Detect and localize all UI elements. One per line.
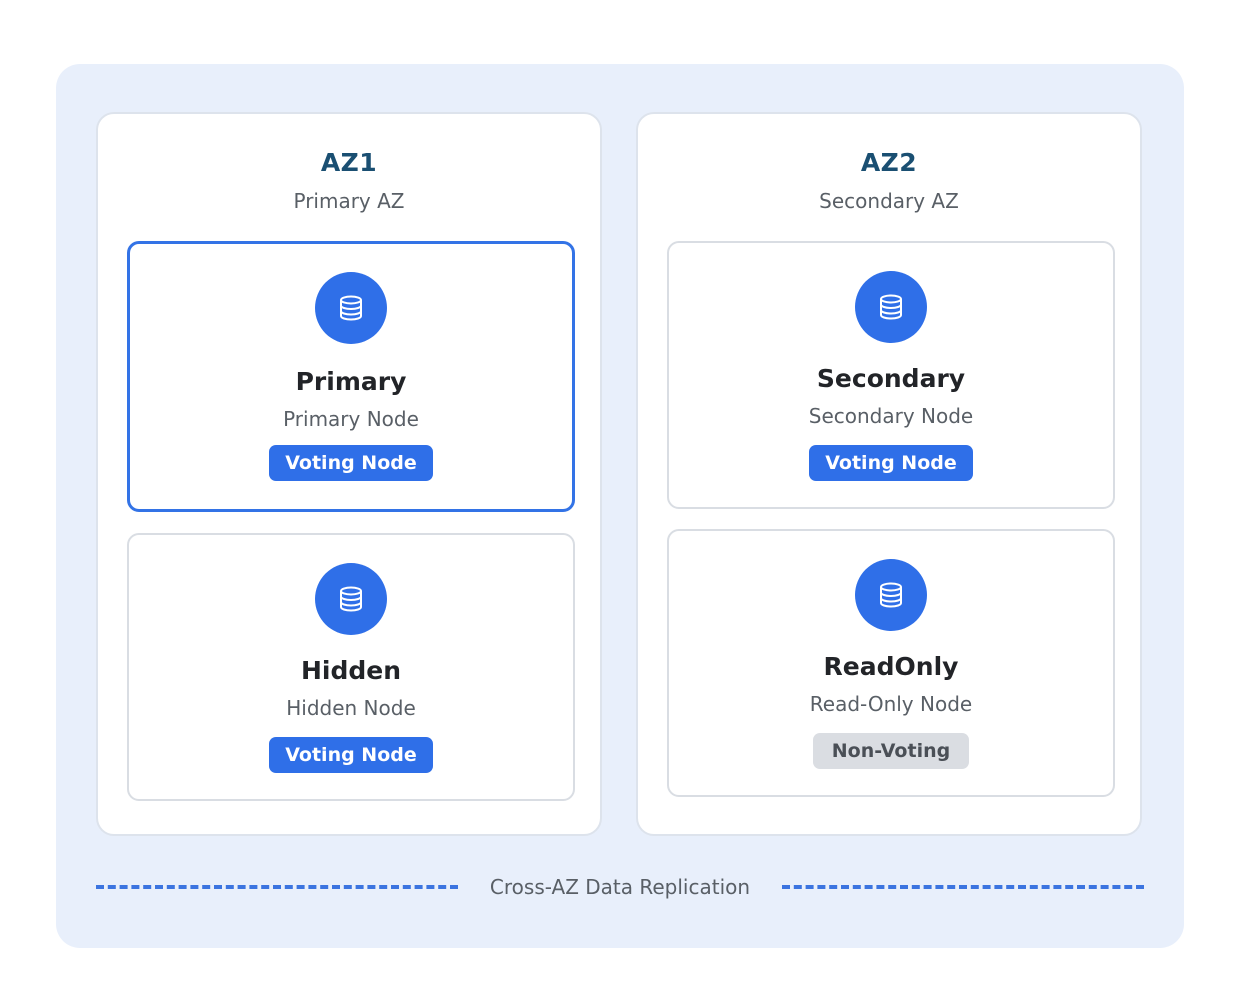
replication-label: Cross-AZ Data Replication xyxy=(489,875,751,899)
zone-subtitle: Secondary AZ xyxy=(819,189,959,213)
zone-title: AZ2 xyxy=(860,148,918,177)
node-subtitle: Primary Node xyxy=(283,407,419,431)
node-title: Secondary xyxy=(816,364,966,393)
node-title: Hidden xyxy=(300,656,402,685)
node-card-primary[interactable]: Primary Primary Node Voting Node xyxy=(127,241,575,512)
voting-badge: Voting Node xyxy=(269,737,433,773)
node-subtitle: Read-Only Node xyxy=(809,692,973,716)
node-card-hidden[interactable]: Hidden Hidden Node Voting Node xyxy=(127,533,575,801)
zone-subtitle: Primary AZ xyxy=(293,189,405,213)
node-card-readonly[interactable]: ReadOnly Read-Only Node Non-Voting xyxy=(667,529,1115,797)
non-voting-badge: Non-Voting xyxy=(813,733,969,769)
node-card-secondary[interactable]: Secondary Secondary Node Voting Node xyxy=(667,241,1115,509)
database-icon xyxy=(855,271,927,343)
database-icon xyxy=(315,272,387,344)
availability-zone-az2: AZ2 Secondary AZ Secondary Secondary Nod… xyxy=(636,112,1142,836)
node-subtitle: Hidden Node xyxy=(286,696,416,720)
voting-badge: Voting Node xyxy=(269,445,433,481)
node-subtitle: Secondary Node xyxy=(808,404,974,428)
database-icon xyxy=(855,559,927,631)
replication-line-left xyxy=(96,885,458,889)
replication-line-right xyxy=(782,885,1144,889)
voting-badge: Voting Node xyxy=(809,445,973,481)
node-title: Primary xyxy=(295,367,407,396)
database-icon xyxy=(315,563,387,635)
availability-zone-az1: AZ1 Primary AZ Primary Primary Node Voti… xyxy=(96,112,602,836)
node-title: ReadOnly xyxy=(823,652,959,681)
zone-title: AZ1 xyxy=(320,148,378,177)
